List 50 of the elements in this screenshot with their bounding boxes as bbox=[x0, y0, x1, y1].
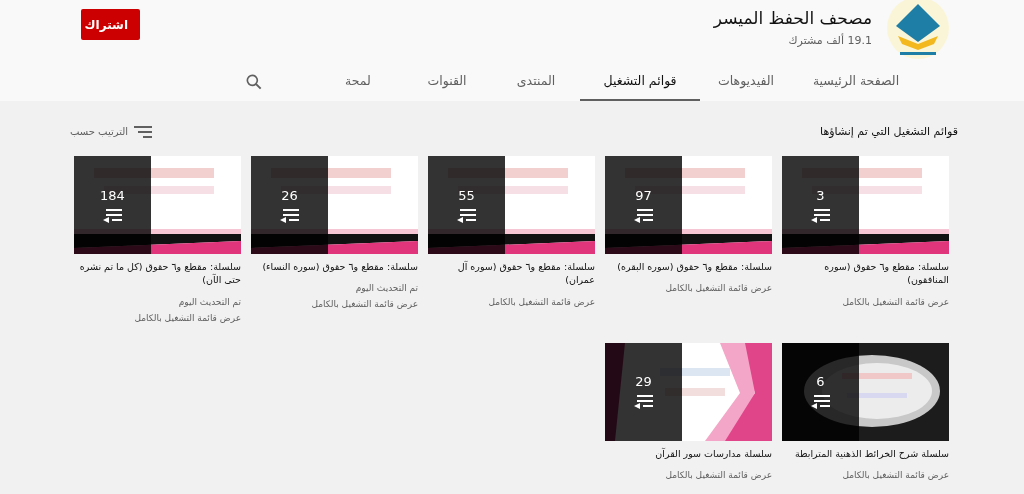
view-playlist-link[interactable]: عرض قائمة التشغيل بالكامل bbox=[428, 296, 595, 307]
view-playlist-link[interactable]: عرض قائمة التشغيل بالكامل bbox=[782, 296, 949, 307]
view-playlist-link[interactable]: عرض قائمة التشغيل بالكامل bbox=[74, 312, 241, 323]
playlist-title[interactable]: سلسلة: مقطع و٦ حقوق (سوره النساء) bbox=[251, 260, 418, 274]
playlist-icon bbox=[102, 208, 123, 223]
subscriber-count: 19.1 ألف مشترك bbox=[787, 34, 872, 47]
playlist-icon bbox=[810, 395, 831, 410]
playlist-icon bbox=[810, 208, 831, 223]
playlist-overlay[interactable]: 97 bbox=[605, 156, 682, 254]
playlist-overlay[interactable]: 26 bbox=[251, 156, 328, 254]
channel-tab[interactable]: لمحة bbox=[314, 62, 402, 101]
sort-button[interactable]: الترتيب حسب bbox=[70, 125, 153, 138]
playlist-icon bbox=[279, 208, 300, 223]
playlist-icon bbox=[456, 208, 477, 223]
playlist-icon bbox=[633, 395, 654, 410]
view-playlist-link[interactable]: عرض قائمة التشغيل بالكامل bbox=[605, 469, 772, 480]
video-count: 55 bbox=[458, 187, 475, 203]
channel-tab[interactable]: القنوات bbox=[402, 62, 492, 101]
channel-name[interactable]: مصحف الحفظ الميسر bbox=[713, 8, 872, 28]
playlist-overlay[interactable]: 3 bbox=[782, 156, 859, 254]
view-playlist-link[interactable]: عرض قائمة التشغيل بالكامل bbox=[782, 469, 949, 480]
playlist-title[interactable]: سلسلة: مقطع و٦ حقوق (سوره آل عمران) bbox=[428, 260, 595, 287]
video-count: 3 bbox=[816, 187, 825, 203]
playlist-title[interactable]: سلسلة شرح الخرائط الذهنية المترابطة bbox=[782, 446, 949, 460]
video-count: 26 bbox=[281, 187, 298, 203]
channel-tab[interactable]: قوائم التشغيل bbox=[580, 62, 700, 101]
playlist-overlay[interactable]: 29 bbox=[605, 342, 682, 441]
channel-tab[interactable]: المنتدى bbox=[492, 62, 580, 101]
channel-tab[interactable]: الصفحة الرئيسية bbox=[792, 62, 920, 101]
playlist-overlay[interactable]: 6 bbox=[782, 342, 859, 441]
playlist-icon bbox=[633, 208, 654, 223]
channel-logo[interactable] bbox=[886, 0, 950, 60]
video-count: 6 bbox=[816, 374, 825, 390]
subscribe-button[interactable]: اشتراك bbox=[81, 9, 140, 40]
updated-label: تم التحديث اليوم bbox=[177, 296, 241, 307]
video-count: 97 bbox=[635, 187, 652, 203]
playlist-overlay[interactable]: 55 bbox=[428, 156, 505, 254]
section-title: قوائم التشغيل التي تم إنشاؤها bbox=[820, 125, 958, 138]
video-count: 29 bbox=[635, 374, 652, 390]
updated-label: تم التحديث اليوم bbox=[354, 283, 418, 294]
channel-tab[interactable]: الفيديوهات bbox=[700, 62, 792, 101]
view-playlist-link[interactable]: عرض قائمة التشغيل بالكامل bbox=[251, 299, 418, 310]
sort-icon bbox=[134, 125, 153, 138]
playlist-title[interactable]: سلسلة مدارسات سور القرآن bbox=[605, 446, 772, 460]
playlist-title[interactable]: سلسلة: مقطع و٦ حقوق (سوره المنافقون) bbox=[782, 260, 949, 287]
video-count: 184 bbox=[100, 187, 125, 203]
playlist-title[interactable]: سلسلة: مقطع و٦ حقوق (كل ما تم نشره حتى الآن) bbox=[74, 260, 241, 287]
playlist-overlay[interactable]: 184 bbox=[74, 156, 151, 254]
playlist-title[interactable]: سلسلة: مقطع و٦ حقوق (سوره البقره) bbox=[605, 260, 772, 274]
view-playlist-link[interactable]: عرض قائمة التشغيل بالكامل bbox=[605, 283, 772, 294]
